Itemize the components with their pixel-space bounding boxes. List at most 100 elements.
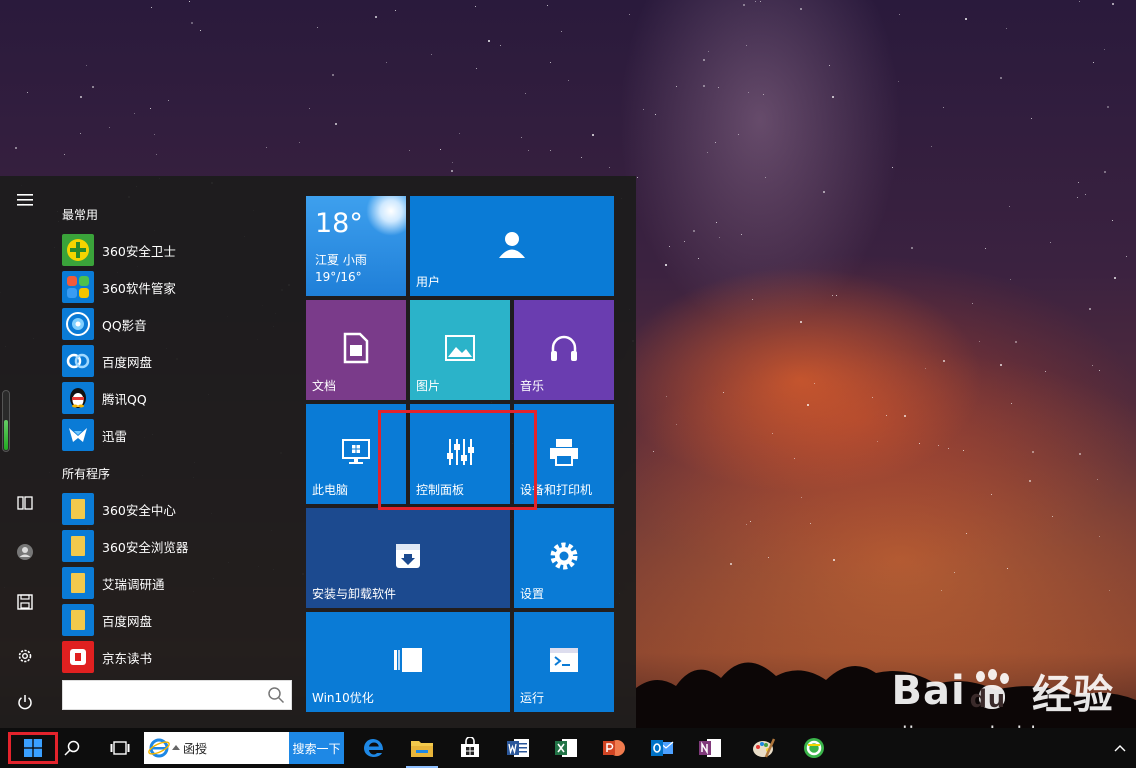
taskbar-app-paint[interactable] — [744, 728, 784, 768]
star — [27, 92, 28, 93]
group-header-frequent: 最常用 — [62, 208, 99, 222]
taskbar-search-box[interactable]: 函授 — [144, 732, 289, 764]
tile-label: 图片 — [416, 379, 441, 393]
star — [568, 80, 569, 81]
app-item-iresearch[interactable]: 艾瑞调研通 — [62, 566, 292, 600]
run-icon — [550, 648, 578, 672]
taskbar-app-explorer[interactable] — [402, 728, 442, 768]
user-icon — [499, 232, 525, 258]
tile-label: Win10优化 — [312, 691, 374, 705]
start-search-box[interactable] — [62, 680, 292, 710]
star — [941, 590, 942, 591]
star — [823, 191, 825, 193]
star — [833, 559, 835, 561]
show-hidden-icons-button[interactable] — [1106, 728, 1134, 768]
star — [156, 154, 157, 155]
taskbar-app-360-browser[interactable] — [794, 728, 834, 768]
install-box-icon — [396, 544, 420, 568]
star — [931, 146, 932, 147]
tile-weather[interactable]: 18° 江夏 小雨 19°/16° — [306, 196, 406, 296]
search-icon[interactable] — [267, 686, 285, 704]
task-view-button[interactable] — [100, 728, 140, 768]
search-icon — [64, 740, 80, 756]
xunlei-icon — [62, 419, 94, 451]
tile-documents[interactable]: 文档 — [306, 300, 406, 400]
taskbar-app-outlook[interactable] — [642, 728, 682, 768]
power-icon[interactable] — [9, 686, 41, 718]
taskbar-app-excel[interactable] — [546, 728, 586, 768]
star — [985, 248, 986, 249]
taskbar-app-powerpoint[interactable] — [594, 728, 634, 768]
taskbar-search-widget[interactable]: 函授 搜索一下 — [144, 732, 344, 764]
word-icon — [507, 739, 529, 757]
star — [703, 85, 705, 87]
tile-run[interactable]: 运行 — [514, 612, 614, 712]
app-item-qq[interactable]: 腾讯QQ — [62, 381, 292, 415]
star — [637, 177, 638, 178]
star — [708, 51, 709, 52]
app-item-baidu-netdisk-folder[interactable]: 百度网盘 — [62, 603, 292, 637]
edge-icon — [364, 739, 383, 757]
star — [1126, 256, 1127, 257]
star — [810, 523, 811, 524]
tile-user[interactable]: 用户 — [410, 196, 614, 296]
app-item-xunlei[interactable]: 迅雷 — [62, 418, 292, 452]
gear-icon — [550, 542, 578, 570]
star — [832, 96, 834, 98]
picture-icon — [445, 335, 475, 361]
taskbar-app-onenote[interactable] — [690, 728, 730, 768]
star — [134, 113, 135, 114]
hamburger-icon[interactable] — [9, 184, 41, 216]
onenote-icon — [699, 739, 721, 757]
gear-icon[interactable] — [9, 640, 41, 672]
tile-settings[interactable]: 设置 — [514, 508, 614, 608]
cortana-search-button[interactable] — [58, 728, 86, 768]
star — [452, 162, 453, 163]
tile-win10-optimize[interactable]: Win10优化 — [306, 612, 510, 712]
app-label: 迅雷 — [102, 428, 128, 444]
user-icon[interactable] — [9, 536, 41, 568]
tablet-mode-icon[interactable] — [9, 487, 41, 519]
taskbar-app-store[interactable] — [450, 728, 490, 768]
star — [1006, 28, 1007, 29]
chevron-up-icon — [1114, 745, 1126, 752]
save-icon[interactable] — [9, 586, 41, 618]
app-item-jd-read[interactable]: 京东读书 — [62, 640, 292, 674]
tile-install-uninstall[interactable]: 安装与卸载软件 — [306, 508, 510, 608]
taskbar-app-word[interactable] — [498, 728, 538, 768]
star — [963, 450, 964, 451]
folder-icon — [62, 604, 94, 636]
app-item-qq-player[interactable]: QQ影音 — [62, 307, 292, 341]
folder-icon — [62, 493, 94, 525]
app-item-baidu-netdisk[interactable]: 百度网盘 — [62, 344, 292, 378]
star — [150, 108, 151, 109]
star — [755, 1, 756, 2]
star — [1032, 451, 1034, 453]
app-item-360-guard[interactable]: 360安全卫士 — [62, 233, 292, 267]
dropdown-icon[interactable] — [172, 745, 180, 751]
star — [64, 154, 65, 155]
star — [266, 147, 267, 148]
start-button[interactable] — [8, 732, 58, 764]
star — [309, 108, 310, 109]
star — [459, 133, 460, 134]
taskbar-app-edge[interactable] — [354, 728, 394, 768]
taskbar-search-button[interactable]: 搜索一下 — [289, 732, 344, 764]
star — [1052, 516, 1053, 517]
star — [1079, 453, 1081, 455]
star — [1029, 480, 1031, 482]
star — [666, 396, 667, 397]
star — [1104, 49, 1105, 50]
start-search-input[interactable] — [69, 681, 259, 709]
star — [904, 415, 906, 417]
app-item-360-security-center[interactable]: 360安全中心 — [62, 492, 292, 526]
scroll-indicator[interactable] — [2, 390, 10, 452]
tile-label: 运行 — [520, 691, 545, 705]
star — [748, 92, 749, 93]
tile-pictures[interactable]: 图片 — [410, 300, 510, 400]
app-item-360-browser[interactable]: 360安全浏览器 — [62, 529, 292, 563]
360-software-icon — [62, 271, 94, 303]
tile-music[interactable]: 音乐 — [514, 300, 614, 400]
app-item-360-software[interactable]: 360软件管家 — [62, 270, 292, 304]
star — [832, 295, 833, 296]
